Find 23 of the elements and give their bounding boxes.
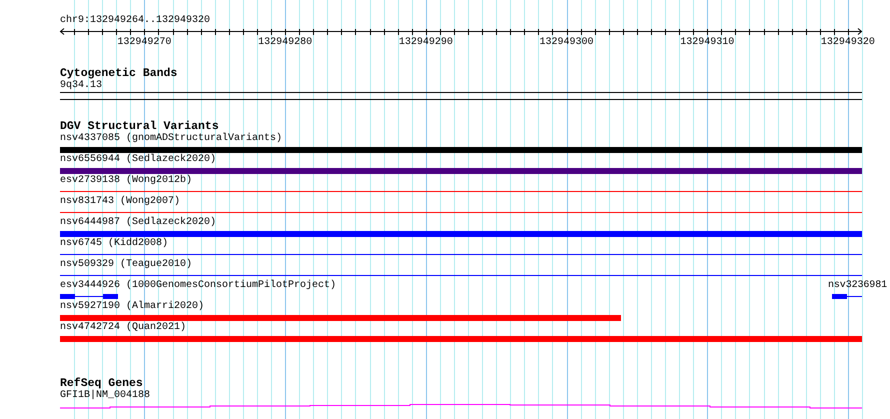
tick-label: 132949280 [258,37,312,48]
variant-label: nsv831743 (Wong2007) [60,196,180,208]
variant-label: esv3444926 (1000GenomesConsortiumPilotProject) [60,280,336,292]
track-title: DGV Structural Variants [60,121,219,133]
position-label: chr9:132949264..132949320 [60,15,212,27]
tick-label: 132949310 [680,37,734,48]
variant-label: nsv6745 (Kidd2008) [60,238,168,250]
tick-label: 132949270 [117,37,172,48]
band-label: 9q34.13 [60,80,102,92]
variant-label: nsv5927190 (Almarri2020) [60,301,204,313]
variant-label: nsv4742724 (Quan2021) [60,322,186,334]
gene-label: GFI1B|NM_004188 [60,390,150,402]
track-title: RefSeq Genes [60,378,143,390]
variant-label: nsv6556944 (Sedlazeck2020) [60,154,216,166]
variant-label: esv2739138 (Wong2012b) [60,175,192,187]
variant-label: nsv509329 (Teague2010) [60,259,192,271]
tick-label: 132949300 [540,37,594,48]
tick-label: 132949290 [398,37,453,48]
track-title: Cytogenetic Bands [60,68,178,80]
variant-label: nsv3236981 [828,280,888,292]
tick-label: 132949320 [820,37,875,48]
variant-label: nsv6444987 (Sedlazeck2020) [60,217,216,229]
variant-label: nsv4337085 (gnomADStructuralVariants) [60,133,282,145]
